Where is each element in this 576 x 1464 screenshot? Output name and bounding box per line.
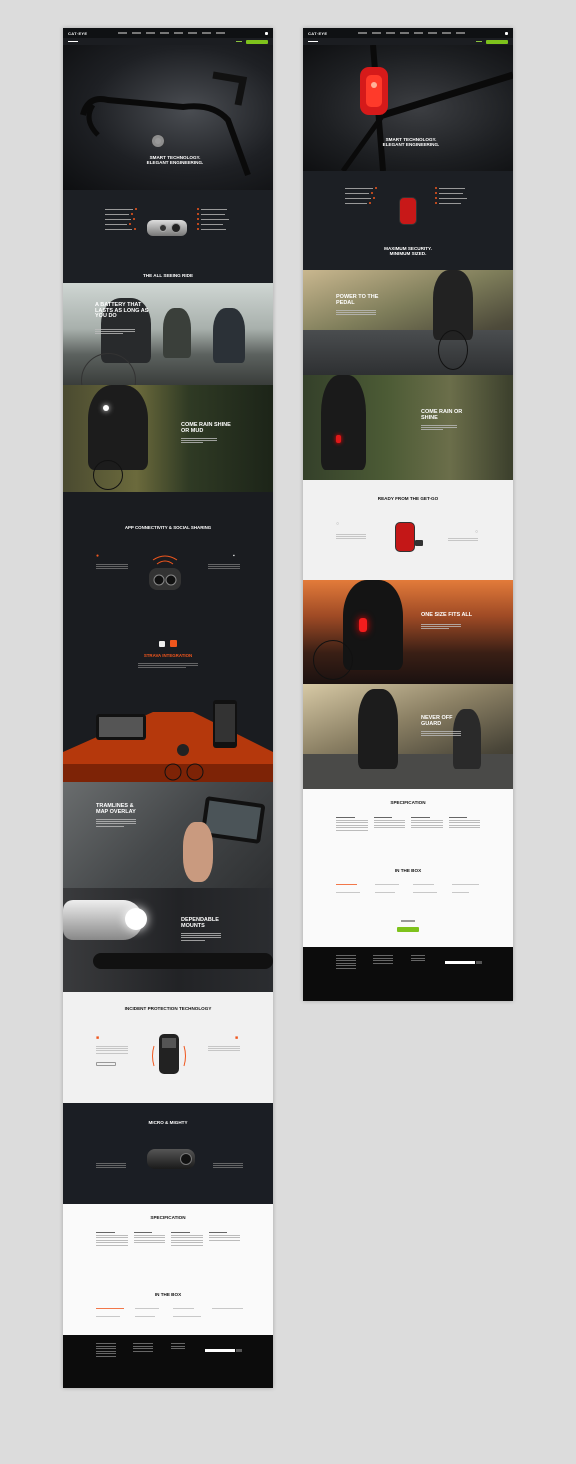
hero-title-right: SMART TECHNOLOGY. ELEGANT ENGINEERING.	[382, 137, 440, 147]
tramlines-section: TRAMLINES & MAP OVERLAY	[63, 782, 273, 888]
rain-title: COME RAIN SHINE OR MUD	[181, 422, 231, 434]
fits-title: ONE SIZE FITS ALL	[421, 612, 473, 618]
compact-light-image	[147, 1149, 195, 1169]
battery-section: A BATTERY THAT LASTS AS LONG AS YOU DO	[63, 283, 273, 385]
spec-table-right	[336, 817, 480, 832]
strava-icon	[170, 640, 177, 647]
spec-title: SPECIFICATION	[150, 1215, 186, 1220]
phone-icon: ▪	[233, 553, 235, 559]
battery-title: A BATTERY THAT LASTS AS LONG AS YOU DO	[95, 302, 149, 319]
rear-light-product-image	[399, 197, 417, 225]
mounted-light-image	[63, 900, 147, 940]
subnav-price-right	[476, 40, 482, 43]
feature-list-left	[105, 208, 137, 233]
usb-icon: ○	[336, 521, 340, 527]
newsletter-submit-right[interactable]	[476, 961, 482, 964]
cart-icon[interactable]	[265, 31, 268, 35]
inbox-title-right: IN THE BOX	[394, 868, 422, 873]
feature-list-right-right	[435, 187, 467, 207]
ready-section: READY FROM THE GET-GO ○ ○	[303, 480, 513, 580]
feature-list-right	[197, 208, 229, 233]
app-title: APP CONNECTIVITY & SOCIAL SHARING	[124, 525, 212, 530]
newsletter-input[interactable]	[205, 1349, 235, 1352]
mounts-section: DEPENDABLE MOUNTS	[63, 888, 273, 992]
buy-now-button[interactable]	[246, 39, 268, 44]
bike-handlebar-image	[80, 71, 251, 177]
product-page-rear-light: CAT·EYE SMART TECHNOLOGY. ELEGANT ENGINE…	[303, 28, 513, 1001]
product-page-front-light: CAT·EYE SMART TECHNOLOGY. ELEGANT ENGINE…	[63, 28, 273, 1388]
footer	[63, 1335, 273, 1388]
rain-title-right: COME RAIN OR SHINE	[421, 409, 463, 421]
incident-section: INCIDENT PROTECTION TECHNOLOGY ■ ■	[63, 992, 273, 1103]
cart-icon-right[interactable]	[505, 31, 508, 35]
strava-title: STRAVA INTEGRATION	[143, 653, 193, 658]
top-nav: CAT·EYE	[63, 28, 273, 38]
features-section: THE ALL SEEING RIDE	[63, 190, 273, 283]
hero-title: SMART TECHNOLOGY. ELEGANT ENGINEERING.	[146, 155, 204, 165]
nav-links-right[interactable]	[358, 32, 465, 34]
micro-section: MICRO & MIGHTY	[63, 1103, 273, 1204]
add-to-basket-button-right[interactable]	[397, 927, 419, 932]
buy-now-button-right[interactable]	[486, 39, 508, 44]
cateye-app-icon	[159, 641, 165, 647]
ready-title: READY FROM THE GET-GO	[377, 496, 439, 501]
spec-title-right: SPECIFICATION	[390, 800, 426, 805]
fits-section: ONE SIZE FITS ALL	[303, 580, 513, 684]
incident-light-image	[151, 1026, 187, 1080]
feature-list-left-right	[345, 187, 377, 207]
features-title: THE ALL SEEING RIDE	[142, 273, 194, 278]
front-light-product-image	[147, 220, 187, 236]
hero-section: SMART TECHNOLOGY. ELEGANT ENGINEERING.	[63, 45, 273, 190]
features-section-right: MAXIMUM SECURITY. MINIMUM SIZED.	[303, 171, 513, 270]
bell-icon: ■	[235, 1035, 239, 1041]
battery-icon: ○	[475, 529, 479, 535]
newsletter-submit[interactable]	[236, 1349, 242, 1352]
brand-logo[interactable]: CAT·EYE	[68, 31, 98, 36]
spec-table	[96, 1232, 240, 1247]
rear-light-bike-image	[340, 45, 513, 171]
inbox-list-right	[336, 884, 486, 894]
features-title-right: MAXIMUM SECURITY. MINIMUM SIZED.	[384, 246, 432, 256]
nav-links[interactable]	[118, 32, 225, 34]
subnav-product-name-right	[308, 40, 318, 43]
subnav-product-name	[68, 40, 78, 43]
hero-section-right: SMART TECHNOLOGY. ELEGANT ENGINEERING.	[303, 45, 513, 171]
product-subnav-right	[303, 38, 513, 45]
rain-section-right: COME RAIN OR SHINE	[303, 375, 513, 480]
ready-product-image	[395, 522, 415, 552]
inbox-title: IN THE BOX	[154, 1292, 182, 1297]
strava-route-image	[63, 700, 273, 782]
price-label-right	[401, 920, 415, 922]
product-subnav	[63, 38, 273, 45]
footer-right	[303, 947, 513, 1001]
micro-title: MICRO & MIGHTY	[148, 1120, 188, 1125]
tramlines-title: TRAMLINES & MAP OVERLAY	[96, 803, 136, 815]
subnav-price	[236, 40, 242, 43]
mounts-title: DEPENDABLE MOUNTS	[181, 917, 219, 929]
inbox-list	[96, 1308, 246, 1318]
power-section: POWER TO THE PEDAL	[303, 270, 513, 375]
app-section: APP CONNECTIVITY & SOCIAL SHARING ● ▪ ST…	[63, 492, 273, 782]
incident-title: INCIDENT PROTECTION TECHNOLOGY	[124, 1006, 212, 1011]
guard-title: NEVER OFF GUARD	[421, 715, 453, 727]
rain-section: COME RAIN SHINE OR MUD	[63, 385, 273, 492]
brand-logo-right[interactable]: CAT·EYE	[308, 31, 338, 36]
spec-section-right: SPECIFICATION IN THE BOX	[303, 789, 513, 947]
newsletter-input-right[interactable]	[445, 961, 475, 964]
save-button-outline[interactable]	[96, 1062, 116, 1066]
camera-light-image	[145, 554, 185, 596]
guard-section: NEVER OFF GUARD	[303, 684, 513, 789]
alert-icon: ■	[96, 1035, 100, 1041]
power-title: POWER TO THE PEDAL	[336, 294, 379, 306]
top-nav-right: CAT·EYE	[303, 28, 513, 38]
wifi-icon: ●	[96, 553, 100, 559]
